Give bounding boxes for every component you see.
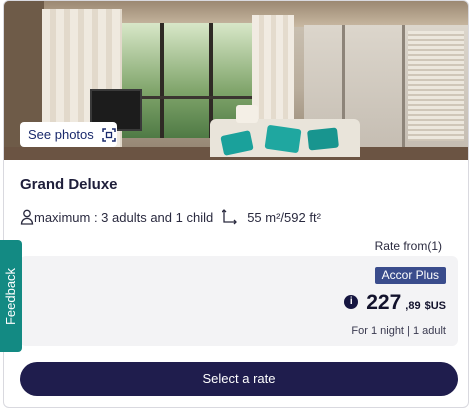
info-icon[interactable]: i <box>344 295 359 309</box>
photo-pillow <box>264 124 302 154</box>
room-photo[interactable]: See photos <box>4 1 468 160</box>
occupancy-text: maximum : 3 adults and 1 child <box>34 209 214 225</box>
feedback-tab[interactable]: Feedback <box>0 240 22 352</box>
photo-pillow <box>307 127 339 151</box>
room-size-text: 55 m²/592 ft² <box>247 209 321 225</box>
photo-curtain <box>252 15 294 135</box>
photo-blind <box>408 31 464 141</box>
area-icon <box>222 209 238 225</box>
price-row: i 227 ,89 $US <box>344 292 446 313</box>
select-rate-button[interactable]: Select a rate <box>20 362 458 396</box>
stay-info: For 1 night | 1 adult <box>351 325 446 337</box>
price-currency: $US <box>424 300 446 312</box>
see-photos-button[interactable]: See photos <box>20 122 117 147</box>
photo-lamp <box>236 105 258 123</box>
gallery-icon <box>102 127 116 142</box>
rate-from-label: Rate from(1) <box>374 239 442 253</box>
feedback-label: Feedback <box>3 267 19 325</box>
price-integer: 227 <box>366 291 402 314</box>
photo-glass-frame <box>402 25 405 160</box>
person-icon <box>20 209 34 225</box>
accor-plus-badge: Accor Plus <box>374 267 446 284</box>
room-amenities: maximum : 3 adults and 1 child 55 m²/592… <box>20 208 321 226</box>
price-box: Accor Plus i 227 ,89 $US For 1 night | 1… <box>20 256 458 346</box>
room-title: Grand Deluxe <box>20 176 118 193</box>
photo-window-frame <box>160 23 164 138</box>
see-photos-label: See photos <box>28 127 94 142</box>
price-decimal: ,89 <box>405 300 421 312</box>
room-card: See photos Grand Deluxe maximum : 3 adul… <box>3 0 469 408</box>
